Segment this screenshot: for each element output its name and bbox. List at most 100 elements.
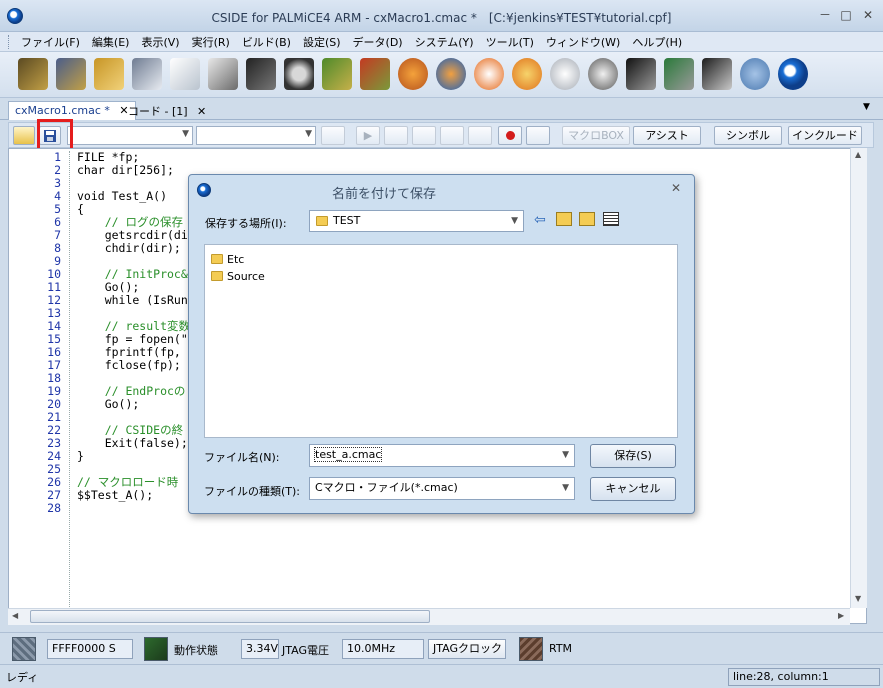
- filetype-select[interactable]: Cマクロ・ファイル(*.cmac) ▼: [309, 477, 575, 500]
- location-combo[interactable]: TEST ▼: [309, 210, 524, 232]
- reset-icon[interactable]: [550, 58, 580, 90]
- new-folder-icon[interactable]: [579, 212, 595, 226]
- document-stack-icon[interactable]: [132, 58, 162, 90]
- maximize-button[interactable]: □: [835, 6, 857, 24]
- title-bar: CSIDE for PALMiCE4 ARM - cxMacro1.cmac *…: [0, 0, 883, 32]
- function-combo[interactable]: ▼: [196, 126, 316, 145]
- macro-tool-icon[interactable]: [321, 126, 345, 145]
- open-file-icon[interactable]: [13, 126, 35, 145]
- fold-guide: [69, 151, 70, 611]
- macro-combo[interactable]: ▼: [67, 126, 193, 145]
- menu-grip[interactable]: [8, 34, 11, 49]
- folder-icon: [211, 271, 223, 281]
- location-value: TEST: [333, 214, 361, 227]
- chevron-down-icon: ▼: [562, 483, 569, 493]
- menu-help[interactable]: ヘルプ(H): [628, 34, 690, 50]
- code-text: $$Test_A();: [77, 488, 154, 502]
- back-arrow-icon[interactable]: ⇦: [534, 212, 546, 228]
- dialog-title-bar[interactable]: 名前を付けて保存 ✕: [189, 175, 694, 205]
- menu-edit[interactable]: 編集(E): [88, 34, 138, 50]
- line-number: 28: [47, 501, 61, 515]
- symbol-button[interactable]: シンボル: [714, 126, 782, 145]
- app-icon[interactable]: [7, 8, 23, 24]
- save-button[interactable]: 保存(S): [590, 444, 676, 468]
- vertical-scrollbar[interactable]: ▲ ▼: [850, 148, 867, 608]
- macro-box-button[interactable]: マクロBOX: [562, 126, 630, 145]
- search-icon[interactable]: [284, 58, 314, 90]
- include-button[interactable]: インクルード: [788, 126, 862, 145]
- close-button[interactable]: ✕: [857, 6, 879, 24]
- menu-run[interactable]: 実行(R): [188, 34, 238, 50]
- chevron-down-icon: ▼: [511, 216, 518, 226]
- main-toolbar: [0, 52, 883, 98]
- step-out-small-icon[interactable]: [468, 126, 492, 145]
- step-out-icon[interactable]: [512, 58, 542, 90]
- scroll-right-icon[interactable]: ▶: [838, 611, 844, 620]
- target-status-panel: FFFF0000 S 動作状態 3.34V JTAG電圧 10.0MHz JTA…: [0, 632, 883, 664]
- cancel-button[interactable]: キャンセル: [590, 477, 676, 501]
- stop-icon[interactable]: [384, 126, 408, 145]
- step-icon[interactable]: [436, 58, 466, 90]
- board-icon[interactable]: [664, 58, 694, 90]
- assist-button[interactable]: アシスト: [633, 126, 701, 145]
- record-icon[interactable]: [498, 126, 522, 145]
- cloud-icon[interactable]: [740, 58, 770, 90]
- state-label: 動作状態: [174, 644, 218, 657]
- memory-icon[interactable]: [246, 58, 276, 90]
- tools-icon[interactable]: [702, 58, 732, 90]
- minimize-button[interactable]: －: [814, 6, 836, 24]
- folder-name: Etc: [227, 253, 245, 266]
- code-text: void Test_A(): [77, 189, 168, 203]
- code-text: char dir[256];: [77, 163, 174, 177]
- jtag-clock-button[interactable]: JTAGクロック: [428, 639, 506, 659]
- scroll-left-icon[interactable]: ◀: [12, 611, 18, 620]
- cside-logo-icon[interactable]: [778, 58, 808, 90]
- scroll-up-icon[interactable]: ▲: [855, 150, 861, 159]
- status-bar: レディ line:28, column:1: [0, 664, 883, 688]
- menu-build[interactable]: ビルド(B): [238, 34, 299, 50]
- filename-input[interactable]: test_a.cmac ▼: [309, 444, 575, 467]
- view-menu-icon[interactable]: [603, 212, 619, 226]
- menu-settings[interactable]: 設定(S): [299, 34, 349, 50]
- menu-view[interactable]: 表示(V): [137, 34, 187, 50]
- menu-window[interactable]: ウィンドウ(W): [542, 34, 628, 50]
- tab-cxmacro1[interactable]: cxMacro1.cmac * ✕: [8, 101, 136, 120]
- code-text: }: [77, 449, 84, 463]
- address-value: FFFF0000 S: [47, 639, 133, 659]
- tab-close-icon[interactable]: ✕: [197, 105, 206, 118]
- folder-icon: [211, 254, 223, 264]
- chip-red-icon[interactable]: [360, 58, 390, 90]
- up-folder-icon[interactable]: [556, 212, 572, 226]
- horizontal-scroll-thumb[interactable]: [30, 610, 430, 623]
- location-label: 保存する場所(I):: [205, 217, 287, 230]
- step-in-icon[interactable]: [412, 126, 436, 145]
- chip-icon[interactable]: [322, 58, 352, 90]
- file-list[interactable]: Etc Source: [204, 244, 678, 438]
- step-over-icon[interactable]: [474, 58, 504, 90]
- folder-icon[interactable]: [94, 58, 124, 90]
- dialog-close-button[interactable]: ✕: [667, 181, 685, 197]
- rtm-icon: [519, 637, 543, 661]
- menu-data[interactable]: データ(D): [349, 34, 411, 50]
- menu-tools[interactable]: ツール(T): [482, 34, 542, 50]
- code-text: while (IsRun: [77, 293, 188, 307]
- list-document-icon[interactable]: [170, 58, 200, 90]
- scroll-down-icon[interactable]: ▼: [855, 594, 861, 603]
- tab-code[interactable]: コード - [1] ✕: [122, 101, 212, 120]
- find-icon[interactable]: [526, 126, 550, 145]
- break-icon[interactable]: [588, 58, 618, 90]
- register-document-icon[interactable]: [208, 58, 238, 90]
- editor-toolbar: ▼ ▼ ▶ マクロBOX アシスト シンボル インクルード: [8, 122, 874, 148]
- menu-system[interactable]: システム(Y): [411, 34, 482, 50]
- project-settings-icon[interactable]: [56, 58, 86, 90]
- tab-menu-arrow-icon[interactable]: ▼: [863, 102, 870, 112]
- step-over-small-icon[interactable]: [440, 126, 464, 145]
- menu-bar: ファイル(F) 編集(E) 表示(V) 実行(R) ビルド(B) 設定(S) デ…: [0, 32, 883, 52]
- code-text: fclose(fp);: [77, 358, 181, 372]
- camera-icon[interactable]: [626, 58, 656, 90]
- folder-icon: [316, 216, 328, 226]
- run-icon[interactable]: [398, 58, 428, 90]
- open-project-icon[interactable]: [18, 58, 48, 90]
- play-icon[interactable]: ▶: [356, 126, 380, 145]
- menu-file[interactable]: ファイル(F): [17, 34, 88, 50]
